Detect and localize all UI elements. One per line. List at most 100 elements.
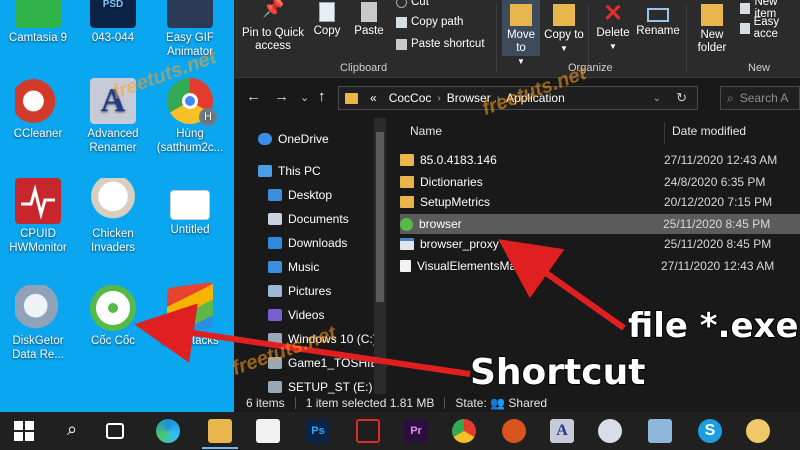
- folder-icon: [400, 176, 414, 188]
- nav-scrollbar[interactable]: [374, 118, 386, 394]
- file-row[interactable]: browser_proxy 25/11/2020 8:45 PM: [400, 234, 800, 254]
- copy-to-button[interactable]: Copy to ▼: [544, 0, 584, 55]
- ribbon-separator: [496, 4, 497, 72]
- file-explorer-icon[interactable]: [202, 419, 238, 449]
- nav-item-setup-st-e[interactable]: SETUP_ST (E:): [268, 380, 372, 394]
- copy-to-folder-icon: [553, 4, 575, 26]
- file-row-selected[interactable]: browser 25/11/2020 8:45 PM: [400, 214, 800, 234]
- copy-button[interactable]: Copy: [310, 2, 344, 38]
- pin-to-quick-access-button[interactable]: 📌 Pin to Quick access: [240, 0, 306, 53]
- up-arrow-icon[interactable]: ↑: [318, 88, 326, 105]
- search-icon: ⌕: [727, 90, 734, 105]
- bluestacks-icon: [167, 281, 213, 335]
- xml-file-icon: [400, 260, 411, 272]
- task-view-icon[interactable]: [106, 423, 124, 439]
- photo-icon[interactable]: [648, 419, 672, 443]
- nav-item-this-pc[interactable]: This PC: [258, 164, 321, 178]
- desktop-icon-bluestacks[interactable]: BlueStacks: [154, 281, 226, 348]
- computer-icon: [258, 165, 272, 177]
- photoshop-icon[interactable]: Ps: [306, 419, 330, 443]
- desktop-icon-chicken-invaders[interactable]: Chicken Invaders: [77, 178, 149, 255]
- desktop-icon-diskgetor[interactable]: DiskGetor Data Re...: [2, 285, 74, 362]
- cloud-icon: [258, 133, 272, 145]
- copy-path-icon: [396, 16, 407, 28]
- nav-item-onedrive[interactable]: OneDrive: [258, 132, 329, 146]
- nav-item-desktop[interactable]: Desktop: [268, 188, 332, 202]
- delete-button[interactable]: ✕ Delete ▼: [592, 0, 634, 53]
- move-to-folder-icon: [510, 4, 532, 26]
- refresh-icon[interactable]: ↻: [676, 90, 687, 106]
- chevron-right-icon: ›: [437, 92, 441, 104]
- ribbon: 📌 Pin to Quick access Copy Paste Cut Cop…: [234, 0, 800, 78]
- search-icon[interactable]: ⌕: [60, 419, 84, 443]
- taskbar: ⌕ Ps Pr A S: [0, 412, 800, 450]
- ribbon-separator: [686, 4, 687, 72]
- videos-icon: [268, 309, 282, 321]
- paste-shortcut-button[interactable]: Paste shortcut: [396, 38, 485, 50]
- breadcrumb-overflow[interactable]: «: [370, 91, 377, 105]
- desktop-icon-hung-profile[interactable]: H Hùng (satthum2c...: [154, 78, 226, 155]
- nav-item-videos[interactable]: Videos: [268, 308, 324, 322]
- rename-button[interactable]: Rename: [636, 0, 680, 38]
- nav-item-documents[interactable]: Documents: [268, 212, 349, 226]
- documents-icon: [268, 213, 282, 225]
- easy-access-icon: [740, 22, 750, 34]
- nav-item-pictures[interactable]: Pictures: [268, 284, 331, 298]
- breadcrumb-coccoc[interactable]: CocCoc: [389, 91, 432, 105]
- premiere-icon[interactable]: Pr: [404, 419, 428, 443]
- ccleaner-icon: [15, 78, 61, 124]
- file-row[interactable]: SetupMetrics 20/12/2020 7:15 PM: [400, 192, 800, 212]
- copy-path-button[interactable]: Copy path: [396, 16, 463, 28]
- nav-item-music[interactable]: Music: [268, 260, 319, 274]
- annotation-shortcut: Shortcut: [469, 351, 646, 394]
- game-icon[interactable]: [502, 419, 526, 443]
- document-icon: [170, 190, 210, 220]
- new-folder-button[interactable]: New folder: [690, 0, 734, 55]
- advanced-renamer-icon[interactable]: A: [550, 419, 574, 443]
- file-row[interactable]: Dictionaries 24/8/2020 6:35 PM: [400, 172, 800, 192]
- exe-window-icon: [400, 238, 414, 250]
- edge-icon[interactable]: [156, 419, 180, 443]
- column-header-date-modified[interactable]: Date modified: [672, 124, 746, 138]
- back-arrow-icon[interactable]: ←: [246, 88, 261, 105]
- desktop-icon-ccleaner[interactable]: CCleaner: [2, 78, 74, 141]
- column-divider[interactable]: [664, 122, 665, 144]
- recent-locations-chevron-icon[interactable]: ⌄: [300, 91, 309, 104]
- easy-access-button[interactable]: Easy acce: [740, 16, 800, 40]
- group-label-new: New: [748, 62, 771, 74]
- file-row[interactable]: VisualElementsManifest 27/11/2020 12:43 …: [400, 256, 800, 276]
- store-icon[interactable]: [256, 419, 280, 443]
- app-icon[interactable]: [598, 419, 622, 443]
- pictures-icon: [268, 285, 282, 297]
- windows-start-icon[interactable]: [12, 419, 36, 443]
- skype-icon[interactable]: S: [698, 419, 722, 443]
- chrome-icon[interactable]: [452, 419, 476, 443]
- move-to-button[interactable]: Move to ▼: [502, 0, 540, 66]
- desktop-icon-untitled[interactable]: Untitled: [154, 178, 226, 237]
- desktop-icon-cpuid-hwmonitor[interactable]: CPUID HWMonitor: [2, 178, 74, 255]
- paste-button[interactable]: Paste: [350, 2, 388, 38]
- hwmonitor-icon: [15, 178, 61, 224]
- desktop-icon-coccoc[interactable]: Cốc Cốc: [77, 285, 149, 348]
- forward-arrow-icon[interactable]: →: [274, 88, 289, 105]
- cut-button[interactable]: Cut: [396, 0, 429, 8]
- chevron-down-icon: ▼: [609, 42, 617, 51]
- copy-icon: [319, 2, 335, 22]
- status-bar: 6 items 1 item selected 1.81 MB State: 👥…: [234, 394, 800, 412]
- desktop-icon-043-044[interactable]: PSD 043-044: [77, 0, 149, 45]
- status-selection: 1 item selected 1.81 MB: [305, 396, 435, 410]
- file-row[interactable]: 85.0.4183.146 27/11/2020 12:43 AM: [400, 150, 800, 170]
- desktop-icon-camtasia[interactable]: Camtasia 9: [2, 0, 74, 45]
- paint-icon[interactable]: [746, 419, 770, 443]
- desktop-icon-easy-gif-animator[interactable]: Easy GIF Animator: [154, 0, 226, 59]
- garena-icon[interactable]: [356, 419, 380, 443]
- new-item-icon: [740, 2, 751, 14]
- search-box[interactable]: ⌕ Search A: [720, 86, 800, 110]
- address-dropdown-icon[interactable]: ⌄: [653, 93, 661, 104]
- coccoc-exe-icon: [400, 217, 413, 231]
- column-header-name[interactable]: Name: [410, 124, 442, 138]
- nav-item-downloads[interactable]: Downloads: [268, 236, 347, 250]
- coccoc-icon: [90, 285, 136, 331]
- scrollbar-thumb[interactable]: [376, 132, 384, 302]
- folder-icon: [345, 92, 358, 104]
